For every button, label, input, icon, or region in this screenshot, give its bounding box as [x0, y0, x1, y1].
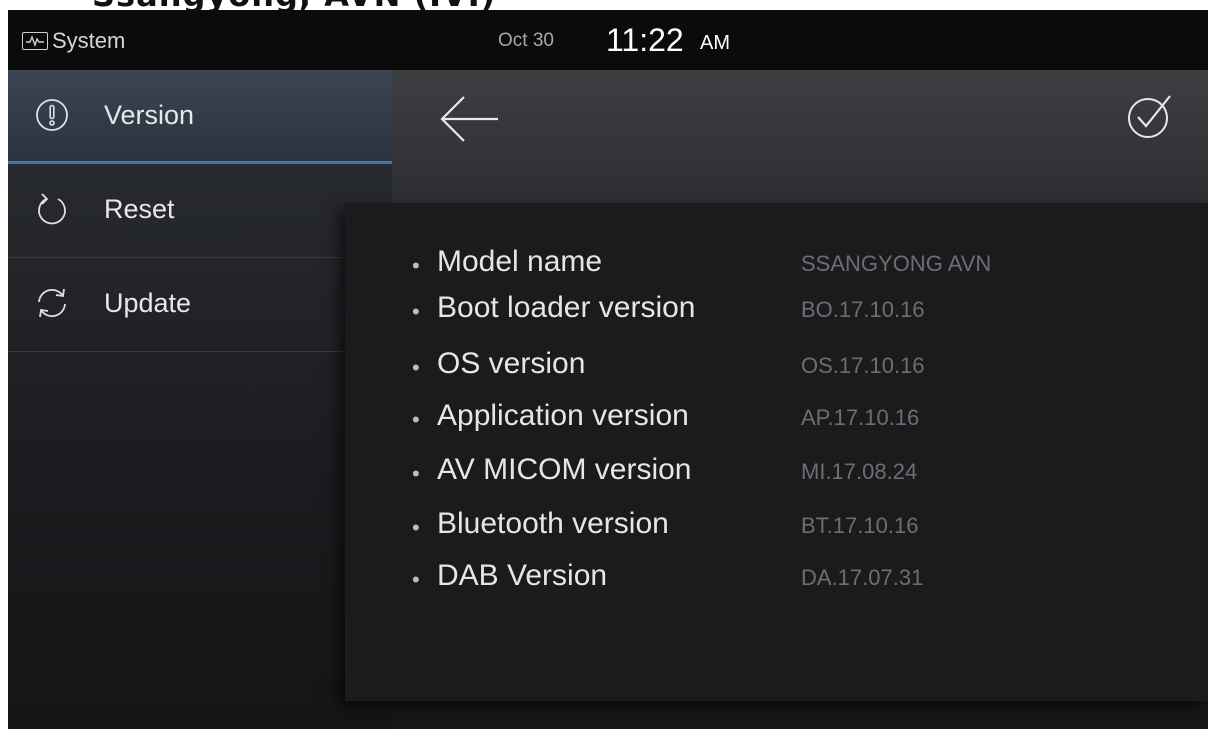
info-row-application: • Application version AP.17.10.16 — [345, 399, 1208, 443]
info-label: Application version — [437, 399, 689, 432]
info-value: BT.17.10.16 — [801, 513, 919, 538]
sync-arrows-icon — [38, 288, 66, 318]
info-label: DAB Version — [437, 559, 608, 592]
content-footer — [392, 701, 1208, 729]
info-value: MI.17.08.24 — [801, 459, 918, 484]
status-bar: System Oct 30 11:22 AM — [8, 10, 1208, 70]
info-row-boot-loader: • Boot loader version BO.17.10.16 — [345, 291, 1208, 335]
reset-arrow-icon — [38, 193, 66, 225]
check-circle-icon[interactable] — [1124, 92, 1174, 142]
sidebar-item-label: Reset — [104, 194, 175, 224]
sidebar-item-update[interactable]: Update — [8, 258, 392, 352]
info-exclamation-icon — [36, 99, 68, 131]
info-row-model-name: • Model name SSANGYONG AVN — [345, 245, 1208, 289]
section-title: System — [52, 28, 126, 53]
bullet: • — [412, 567, 420, 592]
info-label: Model name — [437, 245, 603, 278]
bullet: • — [412, 355, 420, 380]
bullet: • — [412, 299, 420, 324]
sidebar-item-label: Update — [104, 288, 192, 318]
sidebar-item-label: Version — [104, 100, 195, 130]
info-value: SSANGYONG AVN — [801, 251, 992, 276]
bullet: • — [412, 515, 420, 540]
info-value: BO.17.10.16 — [801, 297, 925, 322]
sidebar-item-version[interactable]: Version — [8, 70, 392, 164]
content-header — [392, 70, 1208, 204]
status-ampm: AM — [700, 32, 730, 54]
bullet: • — [412, 407, 420, 432]
info-label: AV MICOM version — [437, 453, 692, 486]
back-arrow-icon[interactable] — [436, 92, 502, 146]
info-label: Boot loader version — [437, 291, 696, 324]
info-label: Bluetooth version — [437, 507, 669, 540]
sidebar-item-reset[interactable]: Reset — [8, 164, 392, 258]
info-label: OS version — [437, 347, 586, 380]
activity-monitor-icon — [22, 32, 48, 50]
sidebar: Version Reset Update — [8, 70, 392, 729]
info-row-bluetooth: • Bluetooth version BT.17.10.16 — [345, 507, 1208, 551]
version-info-panel: • Model name SSANGYONG AVN • Boot loader… — [345, 203, 1208, 701]
info-row-os: • OS version OS.17.10.16 — [345, 347, 1208, 391]
bullet: • — [412, 253, 420, 278]
infotainment-screen: System Oct 30 11:22 AM Version Reset Upd… — [8, 10, 1208, 729]
info-value: OS.17.10.16 — [801, 353, 925, 378]
bullet: • — [412, 461, 420, 486]
info-row-av-micom: • AV MICOM version MI.17.08.24 — [345, 453, 1208, 497]
info-value: AP.17.10.16 — [801, 405, 920, 430]
status-time: 11:22 — [606, 22, 684, 58]
clipped-caption: Ssangyong, AVN (IVI) — [0, 0, 1208, 10]
info-value: DA.17.07.31 — [801, 565, 924, 590]
info-row-dab: • DAB Version DA.17.07.31 — [345, 559, 1208, 603]
status-date: Oct 30 — [498, 30, 554, 51]
